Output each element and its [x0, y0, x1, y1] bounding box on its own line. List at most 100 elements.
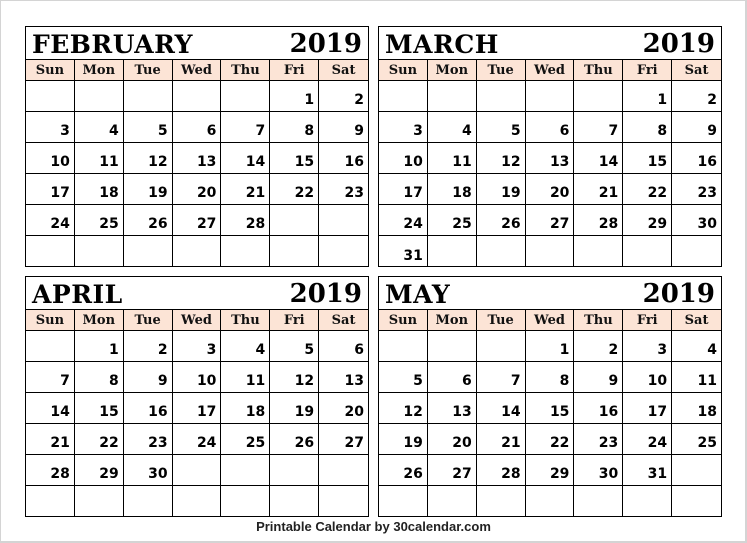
empty-day-cell — [672, 486, 721, 517]
weekday-header-tue: Tue — [476, 310, 526, 331]
empty-day-cell — [75, 236, 124, 267]
day-cell: 12 — [476, 143, 526, 174]
day-cell: 27 — [319, 424, 368, 455]
day-cell: 20 — [427, 424, 477, 455]
day-cell: 7 — [476, 362, 526, 393]
day-cell: 18 — [74, 174, 124, 205]
day-cell: 17 — [172, 393, 222, 424]
empty-day-cell — [319, 486, 368, 517]
weekday-header-tue: Tue — [123, 60, 173, 81]
day-cell: 22 — [525, 424, 575, 455]
day-cell: 21 — [221, 174, 271, 205]
day-cell: 3 — [26, 112, 75, 143]
day-cell: 20 — [172, 174, 222, 205]
day-cell: 19 — [379, 424, 428, 455]
day-cell: 16 — [672, 143, 721, 174]
day-cell: 28 — [574, 205, 624, 236]
day-grid: Sun Mon Tue Wed Thu Fri Sat 1 2 3 4 5 6 7 8 9 10 11 12 13 14… — [26, 310, 368, 517]
empty-day-cell — [221, 236, 271, 267]
day-cell: 15 — [270, 143, 320, 174]
empty-day-cell — [270, 486, 320, 517]
weekday-header-sat: Sat — [672, 310, 721, 331]
empty-day-cell — [525, 81, 575, 112]
day-cell: 11 — [74, 143, 124, 174]
day-cell: 3 — [623, 331, 673, 362]
day-cell: 13 — [525, 143, 575, 174]
day-cell: 31 — [379, 236, 428, 267]
day-cell: 10 — [26, 143, 75, 174]
day-cell: 16 — [123, 393, 173, 424]
empty-day-cell — [319, 205, 368, 236]
day-cell: 12 — [270, 362, 320, 393]
weekday-header-tue: Tue — [123, 310, 173, 331]
day-cell: 26 — [476, 205, 526, 236]
day-cell: 4 — [221, 331, 271, 362]
month-title: MARCH 2019 — [379, 27, 721, 60]
day-cell: 11 — [672, 362, 721, 393]
empty-day-cell — [379, 331, 428, 362]
day-cell: 21 — [476, 424, 526, 455]
empty-day-cell — [379, 81, 428, 112]
day-cell: 15 — [623, 143, 673, 174]
day-cell: 13 — [172, 143, 222, 174]
day-cell: 2 — [672, 81, 721, 112]
weekday-header-mon: Mon — [427, 60, 477, 81]
empty-day-cell — [477, 236, 526, 267]
day-cell: 21 — [26, 424, 75, 455]
empty-day-cell — [428, 236, 477, 267]
empty-day-cell — [173, 236, 222, 267]
day-cell: 14 — [476, 393, 526, 424]
day-cell: 5 — [123, 112, 173, 143]
day-cell: 15 — [525, 393, 575, 424]
month-year: 2019 — [642, 29, 715, 59]
empty-day-cell — [574, 236, 624, 267]
empty-day-cell — [672, 236, 721, 267]
empty-day-cell — [221, 486, 271, 517]
day-cell: 19 — [270, 393, 320, 424]
weekday-header-wed: Wed — [172, 310, 222, 331]
empty-day-cell — [623, 236, 673, 267]
weekday-header-thu: Thu — [221, 310, 271, 331]
empty-day-cell — [476, 81, 526, 112]
month-calendar-april: APRIL 2019 Sun Mon Tue Wed Thu Fri Sat 1 2 3 4 5 6 7 8 9 1… — [25, 276, 369, 517]
day-cell: 18 — [427, 174, 477, 205]
empty-day-cell — [26, 236, 75, 267]
day-cell: 1 — [623, 81, 673, 112]
month-calendar-february: FEBRUARY 2019 Sun Mon Tue Wed Thu Fri Sat 1 2 3 4 5 6 7… — [25, 26, 369, 267]
day-cell: 25 — [427, 205, 477, 236]
day-grid: Sun Mon Tue Wed Thu Fri Sat 1 2 3 4 5 6 7 8 9 10 11 12 13 14… — [379, 60, 721, 267]
empty-day-cell — [124, 236, 173, 267]
empty-day-cell — [26, 81, 75, 112]
day-cell: 14 — [26, 393, 75, 424]
empty-day-cell — [574, 486, 624, 517]
day-cell: 22 — [74, 424, 124, 455]
month-title: FEBRUARY 2019 — [26, 27, 368, 60]
day-cell: 27 — [525, 205, 575, 236]
month-name: MARCH — [385, 29, 499, 59]
day-cell: 26 — [270, 424, 320, 455]
day-cell: 29 — [74, 455, 124, 486]
day-cell: 13 — [427, 393, 477, 424]
day-cell: 17 — [26, 174, 75, 205]
day-cell: 22 — [623, 174, 673, 205]
day-cell: 18 — [221, 393, 271, 424]
day-cell: 7 — [26, 362, 75, 393]
footer-credit: Printable Calendar by 30calendar.com — [256, 519, 491, 534]
day-cell: 16 — [319, 143, 368, 174]
empty-day-cell — [319, 455, 368, 486]
day-cell: 5 — [379, 362, 428, 393]
day-cell: 2 — [319, 81, 368, 112]
day-cell: 2 — [574, 331, 624, 362]
day-cell: 6 — [319, 331, 368, 362]
empty-day-cell — [270, 236, 320, 267]
day-cell: 14 — [574, 143, 624, 174]
weekday-header-sun: Sun — [26, 310, 75, 331]
weekday-header-fri: Fri — [623, 310, 673, 331]
empty-day-cell — [270, 455, 320, 486]
day-cell: 23 — [319, 174, 368, 205]
day-cell: 26 — [379, 455, 428, 486]
empty-day-cell — [172, 455, 222, 486]
weekday-header-sun: Sun — [379, 310, 428, 331]
day-cell: 24 — [172, 424, 222, 455]
empty-day-cell — [26, 331, 75, 362]
